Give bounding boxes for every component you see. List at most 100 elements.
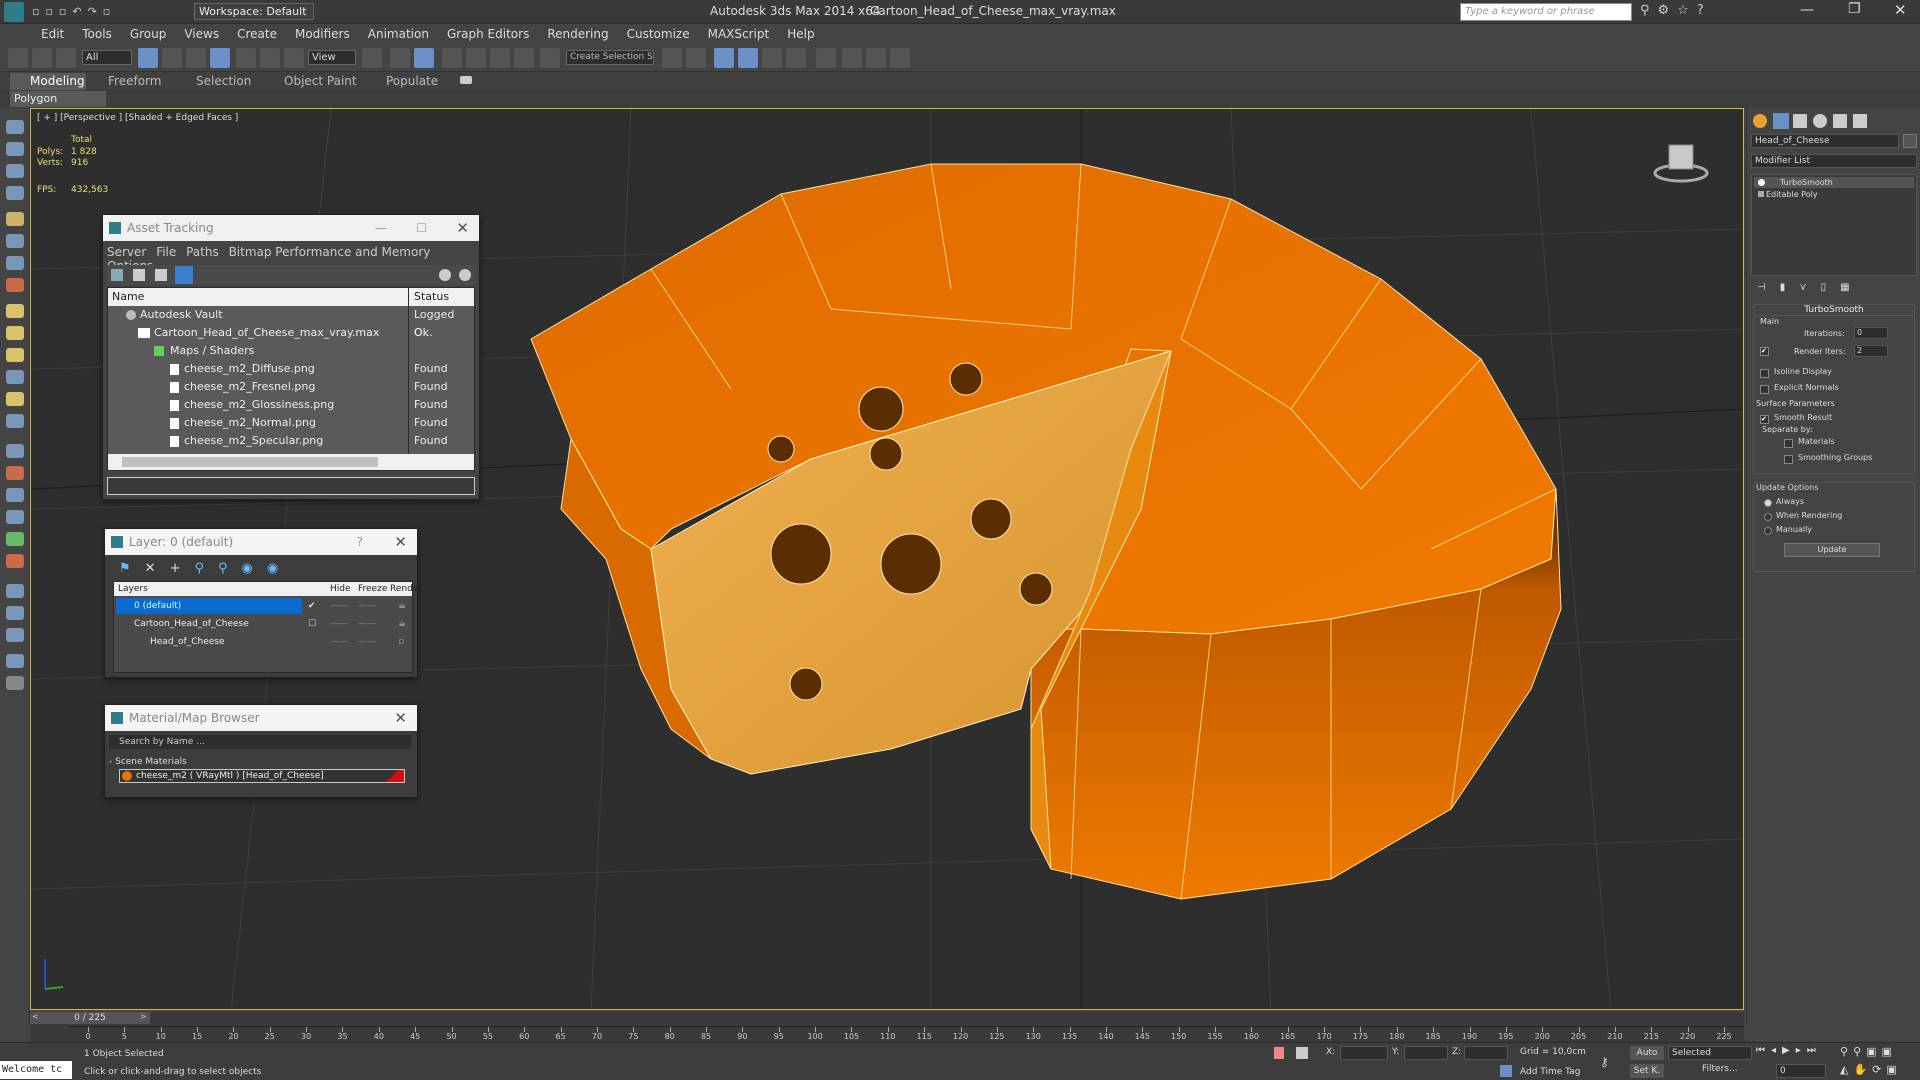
tool-icon-19[interactable] bbox=[6, 532, 24, 546]
freeze-toggle[interactable]: —— bbox=[358, 616, 376, 632]
workspace-dropdown[interactable]: Workspace: Default bbox=[194, 3, 314, 20]
quick-access-icons[interactable]: ▫▫▫↶↷▫ bbox=[32, 5, 192, 19]
tool-icon-15[interactable] bbox=[6, 444, 24, 458]
render-iters-checkbox[interactable]: ✔ bbox=[1760, 347, 1769, 356]
menu-edit[interactable]: Edit bbox=[32, 24, 73, 44]
tab-object-paint[interactable]: Object Paint bbox=[284, 74, 357, 88]
app-logo-icon[interactable] bbox=[4, 2, 24, 22]
motion-tab-icon[interactable] bbox=[1813, 114, 1827, 128]
percent-snap-icon[interactable] bbox=[490, 48, 510, 68]
select-manipulate-icon[interactable] bbox=[390, 48, 410, 68]
col-render[interactable]: Render bbox=[390, 582, 422, 596]
freeze-toggle[interactable]: —— bbox=[358, 634, 376, 650]
menu-maxscript[interactable]: MAXScript bbox=[699, 24, 779, 44]
list-icon[interactable] bbox=[133, 269, 145, 281]
menu-modifiers[interactable]: Modifiers bbox=[286, 24, 359, 44]
pin-stack-icon[interactable]: ⊣ bbox=[1757, 282, 1780, 293]
scale-icon[interactable] bbox=[284, 48, 304, 68]
zoom-all-icon[interactable]: ⚲ bbox=[1853, 1045, 1866, 1058]
maxscript-listener[interactable]: Welcome tc bbox=[0, 1061, 72, 1079]
select-in-layer-icon[interactable]: ⚲ bbox=[194, 561, 218, 576]
tool-icon-14[interactable] bbox=[6, 414, 24, 428]
hide-toggle[interactable]: —— bbox=[330, 616, 348, 632]
menu-file[interactable]: File bbox=[156, 245, 176, 259]
maximize-icon[interactable]: ☐ bbox=[416, 215, 427, 241]
current-layer-box-icon[interactable]: ☐ bbox=[308, 616, 316, 632]
maximize-viewport-icon[interactable]: ▣ bbox=[1886, 1063, 1901, 1076]
tool-icon-12[interactable] bbox=[6, 370, 24, 384]
bind-space-warp-icon[interactable] bbox=[56, 48, 76, 68]
keyboard-shortcut-icon[interactable] bbox=[414, 48, 434, 68]
tool-icon-8[interactable] bbox=[6, 278, 24, 292]
menu-customize[interactable]: Customize bbox=[618, 24, 699, 44]
render-iters-spinner[interactable]: 2 bbox=[1854, 345, 1888, 357]
orbit-icon[interactable]: ⟳ bbox=[1872, 1063, 1886, 1076]
tree-row[interactable]: cheese_m2_Diffuse.png Found bbox=[108, 360, 474, 378]
display-tab-icon[interactable] bbox=[1833, 114, 1847, 128]
explicit-normals-checkbox[interactable] bbox=[1760, 385, 1769, 394]
detail-view-icon[interactable] bbox=[175, 266, 193, 284]
make-unique-icon[interactable]: ⋎ bbox=[1799, 282, 1820, 293]
bulb-icon[interactable] bbox=[1758, 179, 1765, 186]
key-filters-button[interactable]: Filters... bbox=[1702, 1064, 1738, 1074]
manually-radio[interactable] bbox=[1764, 527, 1772, 535]
layer-row-selected[interactable]: 0 (default) ✔ —— —— ☕ bbox=[114, 598, 412, 614]
tool-icon-24[interactable] bbox=[6, 654, 24, 668]
go-to-start-icon[interactable]: ⏮ bbox=[1756, 1045, 1771, 1056]
smooth-result-checkbox[interactable]: ✔ bbox=[1760, 415, 1769, 424]
tool-icon-22[interactable] bbox=[6, 606, 24, 620]
angle-snap-icon[interactable] bbox=[466, 48, 486, 68]
menu-paths[interactable]: Paths bbox=[186, 245, 219, 259]
move-icon[interactable] bbox=[236, 48, 256, 68]
tool-icon-16[interactable] bbox=[6, 466, 24, 480]
tool-icon-1[interactable] bbox=[6, 120, 24, 134]
tab-populate[interactable]: Populate bbox=[386, 74, 438, 88]
tree-row[interactable]: Autodesk Vault Logged O... bbox=[108, 306, 474, 339]
menu-rendering[interactable]: Rendering bbox=[538, 24, 617, 44]
settings-icon[interactable] bbox=[459, 269, 471, 281]
freeze-toggle[interactable]: —— bbox=[358, 598, 376, 614]
menu-views[interactable]: Views bbox=[175, 24, 228, 44]
minimize-button[interactable]: — bbox=[1800, 2, 1814, 18]
named-selection-set-dropdown[interactable]: Create Selection S bbox=[566, 50, 654, 65]
tool-icon-2[interactable] bbox=[6, 142, 24, 156]
col-status[interactable]: Status bbox=[414, 288, 449, 306]
modifier-list-dropdown[interactable]: Modifier List bbox=[1751, 154, 1917, 168]
key-filter-dropdown[interactable]: Selected bbox=[1668, 1046, 1752, 1060]
tool-icon-25[interactable] bbox=[6, 676, 24, 690]
curve-editor-icon[interactable] bbox=[762, 48, 782, 68]
select-by-name-icon[interactable] bbox=[162, 48, 182, 68]
render-toggle-icon[interactable]: ☕ bbox=[398, 616, 406, 632]
current-frame-field[interactable]: 0 bbox=[1776, 1064, 1826, 1078]
fov-icon[interactable]: ◭ bbox=[1840, 1063, 1853, 1076]
layer-titlebar[interactable]: Layer: 0 (default) ? ✕ bbox=[105, 529, 417, 555]
stack-item-editable-poly[interactable]: Editable Poly bbox=[1754, 189, 1914, 200]
x-coordinate-field[interactable] bbox=[1340, 1046, 1388, 1060]
smoothing-groups-checkbox[interactable] bbox=[1784, 455, 1793, 464]
delete-layer-icon[interactable]: ✕ bbox=[145, 561, 170, 576]
col-layers[interactable]: Layers bbox=[118, 582, 148, 596]
link-icon[interactable] bbox=[8, 48, 28, 68]
hide-toggle[interactable]: —— bbox=[330, 598, 348, 614]
object-name-field[interactable]: Head_of_Cheese bbox=[1751, 134, 1899, 148]
object-color-swatch[interactable] bbox=[1903, 134, 1917, 148]
tool-icon-23[interactable] bbox=[6, 628, 24, 642]
highlight-layer-icon[interactable]: ⚲ bbox=[218, 561, 242, 576]
tool-icon-18[interactable] bbox=[6, 510, 24, 524]
menu-group[interactable]: Group bbox=[121, 24, 176, 44]
current-layer-check-icon[interactable]: ✔ bbox=[308, 598, 316, 614]
scrollbar-thumb[interactable] bbox=[122, 457, 378, 467]
utilities-tab-icon[interactable] bbox=[1853, 114, 1867, 128]
tab-modeling[interactable]: Modeling bbox=[30, 74, 85, 88]
minimize-icon[interactable]: — bbox=[375, 215, 387, 241]
layer-row[interactable]: Head_of_Cheese —— —— ▫ bbox=[114, 634, 412, 650]
tool-icon-21[interactable] bbox=[6, 584, 24, 598]
show-end-result-icon[interactable]: ▮ bbox=[1780, 282, 1800, 293]
menu-create[interactable]: Create bbox=[228, 24, 286, 44]
materials-checkbox[interactable] bbox=[1784, 439, 1793, 448]
render-toggle-icon[interactable]: ▫ bbox=[398, 634, 404, 650]
reference-coordinate-dropdown[interactable]: View bbox=[308, 50, 356, 65]
stack-item-turbosmooth[interactable]: TurboSmooth bbox=[1754, 177, 1914, 188]
rotate-icon[interactable] bbox=[260, 48, 280, 68]
asset-tracking-titlebar[interactable]: Asset Tracking — ☐ ✕ bbox=[103, 215, 479, 241]
